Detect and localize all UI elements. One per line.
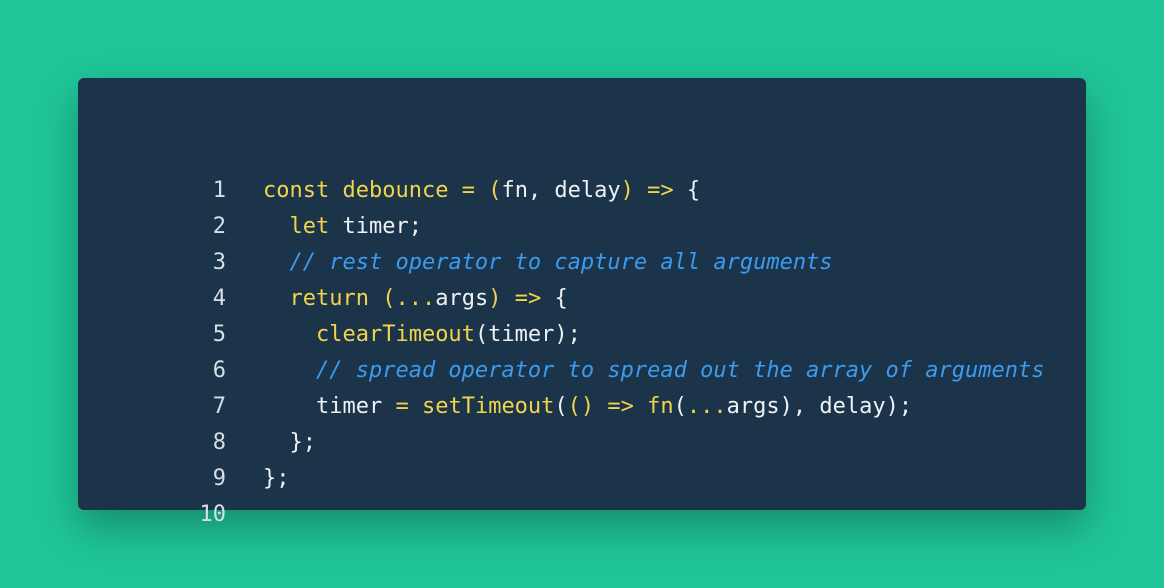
code-token: fn bbox=[647, 394, 674, 419]
code-token: fn, delay bbox=[501, 178, 621, 203]
code-token: => bbox=[594, 394, 648, 419]
code-token: }; bbox=[263, 430, 316, 455]
code-token: debounce bbox=[342, 178, 449, 203]
line-number: 5 bbox=[212, 322, 226, 347]
code-token: (timer); bbox=[474, 322, 581, 347]
line-number: 7 bbox=[212, 394, 226, 419]
line-number: 9 bbox=[212, 466, 226, 491]
code-token: setTimeout bbox=[421, 394, 555, 419]
code-token: timer; bbox=[329, 214, 422, 239]
line-code: timer = setTimeout(() => fn(...args), de… bbox=[263, 389, 912, 425]
code-token: ) bbox=[620, 178, 634, 203]
code-token: // rest operator to capture all argument… bbox=[289, 250, 833, 275]
code-token: ( bbox=[673, 394, 687, 419]
code-token: args bbox=[435, 286, 489, 311]
code-token: ) bbox=[488, 286, 502, 311]
line-code: return (...args) => { bbox=[263, 281, 568, 317]
line-code: let timer; bbox=[263, 209, 422, 245]
code-token: (... bbox=[382, 286, 436, 311]
code-token: timer bbox=[263, 394, 383, 419]
line-number: 3 bbox=[212, 250, 226, 275]
code-token: let bbox=[289, 214, 330, 239]
line-code: clearTimeout(timer); bbox=[263, 317, 581, 353]
code-token: const bbox=[263, 178, 330, 203]
line-number: 1 bbox=[212, 178, 226, 203]
line-code: const debounce = (fn, delay) => { bbox=[263, 173, 700, 209]
code-token: // spread operator to spread out the arr… bbox=[315, 358, 1045, 383]
line-code: // spread operator to spread out the arr… bbox=[263, 353, 1044, 389]
code-token: ... bbox=[686, 394, 727, 419]
code-token: () bbox=[567, 394, 595, 419]
code-token: { bbox=[554, 286, 568, 311]
code-token: }; bbox=[263, 466, 290, 491]
line-number: 8 bbox=[212, 430, 226, 455]
line-code: }; bbox=[263, 461, 290, 497]
code-card: 1 const debounce = (fn, delay) => {2 let … bbox=[78, 78, 1086, 527]
code-token: args), delay); bbox=[726, 394, 913, 419]
code-token: = bbox=[382, 394, 422, 419]
code-token: return bbox=[289, 286, 369, 311]
code-token: => bbox=[501, 286, 555, 311]
code-token: ( bbox=[488, 178, 502, 203]
code-token: { bbox=[686, 178, 701, 203]
line-number: 4 bbox=[212, 286, 226, 311]
code-token: ( bbox=[554, 394, 568, 419]
line-number: 2 bbox=[212, 214, 226, 239]
code-token: = bbox=[448, 178, 489, 203]
line-number: 10 bbox=[199, 502, 227, 527]
line-code: // rest operator to capture all argument… bbox=[263, 245, 833, 281]
code-token: clearTimeout bbox=[315, 322, 475, 347]
line-number: 6 bbox=[212, 358, 226, 383]
code-token: => bbox=[633, 178, 687, 203]
line-code: }; bbox=[263, 425, 316, 461]
